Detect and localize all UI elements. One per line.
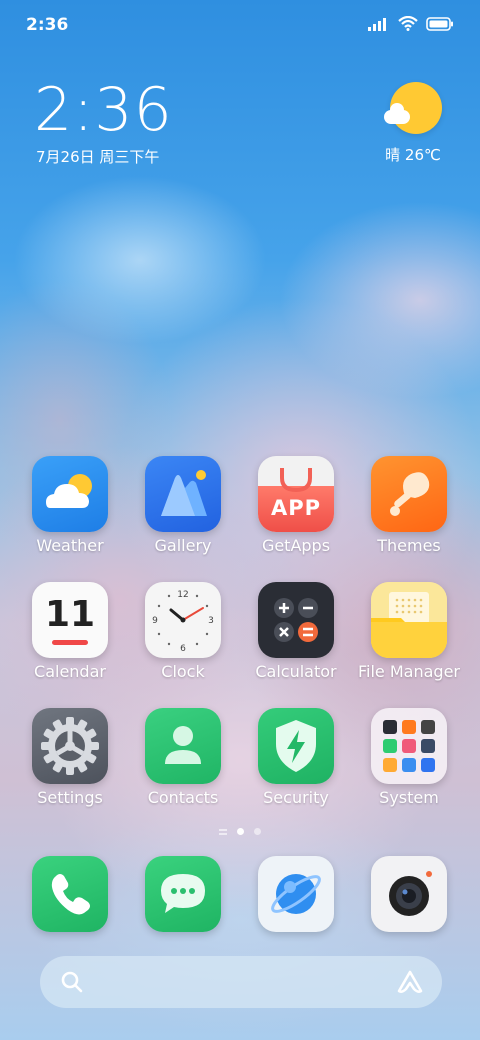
- app-label: File Manager: [358, 662, 460, 681]
- dock-phone[interactable]: [14, 856, 126, 932]
- app-themes[interactable]: Themes: [353, 456, 465, 555]
- page-dot-1[interactable]: [237, 828, 244, 835]
- page-indicator[interactable]: [0, 828, 480, 835]
- app-file-manager[interactable]: File Manager: [353, 582, 465, 681]
- app-gallery[interactable]: Gallery: [127, 456, 239, 555]
- app-calendar[interactable]: 11 Calendar: [14, 582, 126, 681]
- status-bar: 2:36: [0, 0, 480, 50]
- folder-icon: [371, 582, 447, 658]
- app-security[interactable]: Security: [240, 708, 352, 807]
- app-label: Settings: [37, 788, 103, 807]
- dock-browser[interactable]: [240, 856, 352, 932]
- weather-text: 晴 26℃: [385, 146, 441, 164]
- app-settings[interactable]: Settings: [14, 708, 126, 807]
- app-weather[interactable]: Weather: [14, 456, 126, 555]
- contacts-icon: [145, 708, 221, 784]
- page-dot-2[interactable]: [254, 828, 261, 835]
- phone-icon: [32, 856, 108, 932]
- app-system-folder[interactable]: System: [353, 708, 465, 807]
- system-folder-icon: [371, 708, 447, 784]
- app-label: Contacts: [147, 788, 219, 807]
- battery-icon: [426, 16, 454, 35]
- svg-text:6: 6: [180, 644, 186, 654]
- browser-icon: [258, 856, 334, 932]
- gallery-icon: [145, 456, 221, 532]
- app-contacts[interactable]: Contacts: [127, 708, 239, 807]
- getapps-icon: APP: [258, 456, 334, 532]
- search-icon[interactable]: [60, 970, 84, 998]
- clock-date: 7月26日 周三下午: [36, 148, 160, 166]
- search-bar[interactable]: [40, 956, 442, 1008]
- svg-text:3: 3: [208, 616, 214, 626]
- themes-icon: [371, 456, 447, 532]
- app-calculator[interactable]: Calculator: [240, 582, 352, 681]
- calculator-icon: [258, 582, 334, 658]
- app-clock[interactable]: 12 6 3 9 Clock: [127, 582, 239, 681]
- weather-icon: [32, 456, 108, 532]
- app-label: Clock: [161, 662, 205, 681]
- app-label: Gallery: [154, 536, 212, 555]
- dock-messages[interactable]: [127, 856, 239, 932]
- app-getapps[interactable]: APP GetApps: [240, 456, 352, 555]
- calendar-icon: 11: [32, 582, 108, 658]
- dock-camera[interactable]: [353, 856, 465, 932]
- minus-one-screen-indicator[interactable]: [219, 828, 227, 835]
- app-label: Themes: [377, 536, 441, 555]
- app-label: Calendar: [34, 662, 106, 681]
- app-label: GetApps: [261, 536, 331, 555]
- svg-text:12: 12: [177, 590, 188, 600]
- clock-icon: 12 6 3 9: [145, 582, 221, 658]
- messages-icon: [145, 856, 221, 932]
- wifi-icon: [398, 15, 418, 35]
- app-label: System: [379, 788, 439, 807]
- app-label: Calculator: [255, 662, 337, 681]
- app-label: Security: [263, 788, 329, 807]
- assistant-icon[interactable]: [396, 969, 424, 999]
- signal-bars-icon: [368, 16, 390, 35]
- status-time: 2:36: [26, 15, 69, 35]
- clock-time: 2:36: [34, 75, 173, 145]
- gear-icon: [32, 708, 108, 784]
- svg-text:9: 9: [152, 616, 158, 626]
- app-label: Weather: [36, 536, 104, 555]
- camera-icon: [371, 856, 447, 932]
- shield-icon: [258, 708, 334, 784]
